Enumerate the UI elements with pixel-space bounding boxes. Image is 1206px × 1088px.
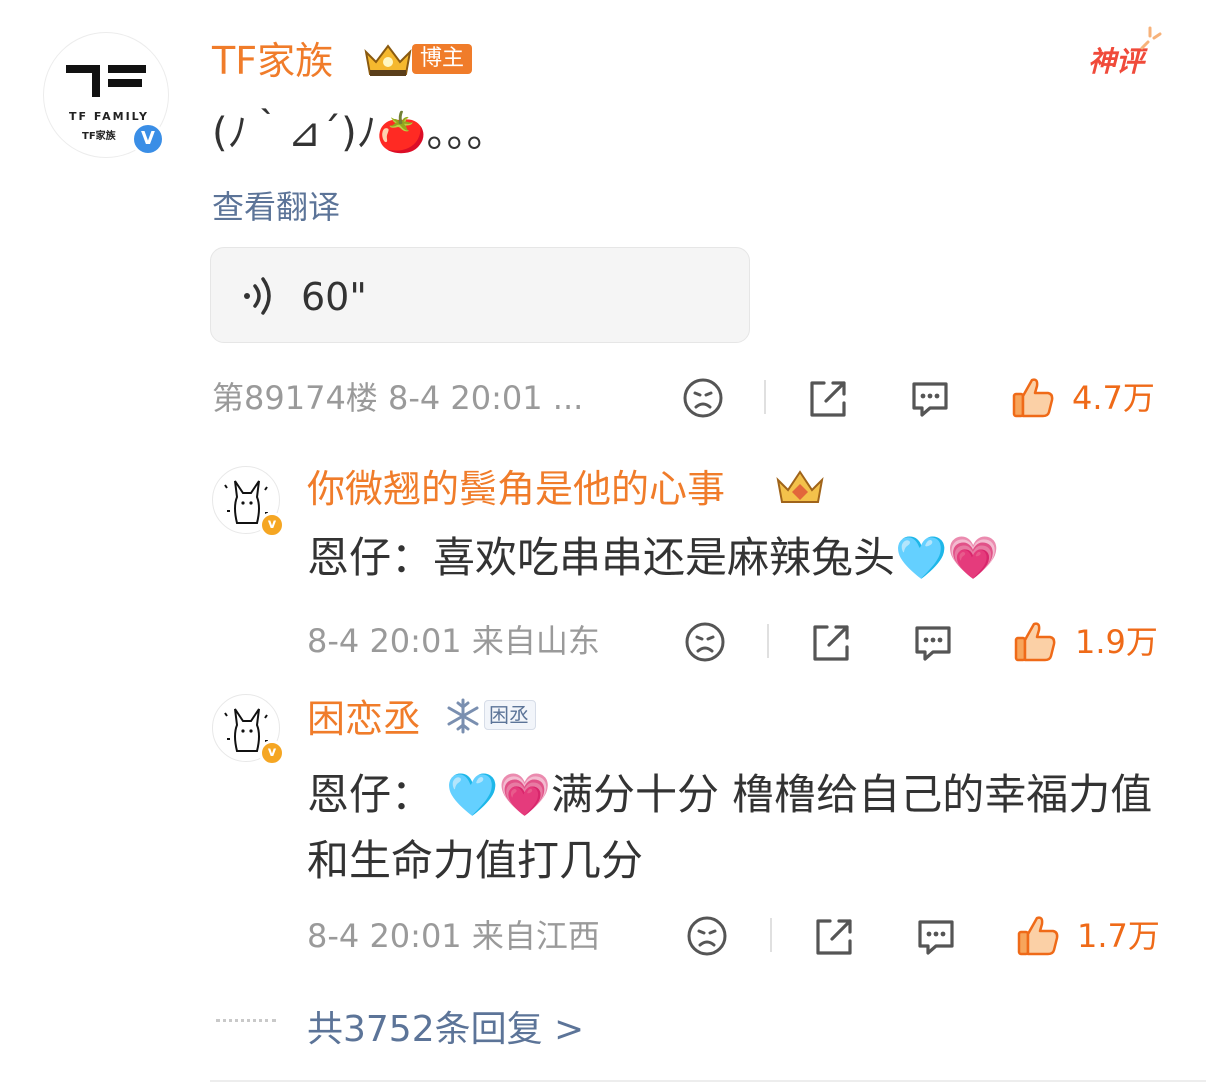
sad-face-icon[interactable] (686, 915, 728, 957)
avatar-logo-subtext: TF家族 (82, 131, 116, 142)
sad-face-icon[interactable] (684, 621, 726, 663)
thumbs-up-icon[interactable] (1012, 618, 1058, 664)
snowflake-icon (447, 698, 479, 734)
thumbs-up-icon[interactable] (1010, 374, 1056, 420)
comment-icon[interactable] (911, 622, 955, 664)
share-icon[interactable] (812, 915, 856, 957)
reply-1-text: 恩仔：喜欢吃串串还是麻辣兔头🩵💗 (307, 533, 1000, 582)
main-floor-time: 第89174楼 8-4 20:01 ... (212, 379, 584, 417)
voice-wave-icon (244, 277, 271, 315)
thumbs-up-icon[interactable] (1015, 912, 1061, 958)
main-username[interactable]: TF家族 (212, 42, 333, 80)
share-icon[interactable] (806, 377, 850, 419)
dotted-divider (216, 1019, 276, 1022)
tf-logo-icon (66, 65, 146, 97)
crown-icon (364, 44, 412, 76)
translate-link[interactable]: 查看翻译 (212, 182, 340, 228)
blogger-badge: 博主 (412, 44, 473, 75)
voice-duration: 60" (301, 275, 367, 319)
divider (764, 380, 766, 414)
verified-gold-badge-icon: v (259, 512, 285, 538)
divider (770, 918, 772, 952)
divider (767, 624, 769, 658)
main-like-count: 4.7万 (1072, 379, 1155, 417)
fan-tag: 困丞 (484, 700, 536, 730)
crown-medal-icon (776, 470, 824, 503)
sad-face-icon[interactable] (682, 377, 724, 419)
sparkle-icon (1140, 26, 1162, 50)
verified-badge-icon: V (131, 122, 165, 156)
share-icon[interactable] (809, 621, 853, 663)
reply-1-username[interactable]: 你微翘的鬓角是他的心事 (307, 470, 725, 508)
view-all-replies-link[interactable]: 共3752条回复 > (307, 1000, 584, 1052)
reply-2-meta: 8-4 20:01 来自江西 (307, 917, 600, 955)
verified-gold-badge-icon: v (259, 740, 285, 766)
reply-2-username[interactable]: 困恋丞 (307, 700, 421, 738)
comment-icon[interactable] (908, 378, 952, 420)
voice-message[interactable]: 60" (210, 247, 750, 343)
comment-icon[interactable] (914, 916, 958, 958)
reply-1-meta: 8-4 20:01 来自山东 (307, 622, 600, 660)
main-comment-text: (ﾉ｀⊿´)ﾉ🍅。。。 (212, 110, 507, 156)
bottom-divider (210, 1080, 1206, 1082)
reply-1-like-count: 1.9万 (1075, 623, 1158, 661)
reply-2-text: 恩仔： 🩵💗满分十分 橹橹给自己的幸福力值和生命力值打几分 (307, 770, 1153, 885)
reply-2-like-count: 1.7万 (1077, 917, 1160, 955)
